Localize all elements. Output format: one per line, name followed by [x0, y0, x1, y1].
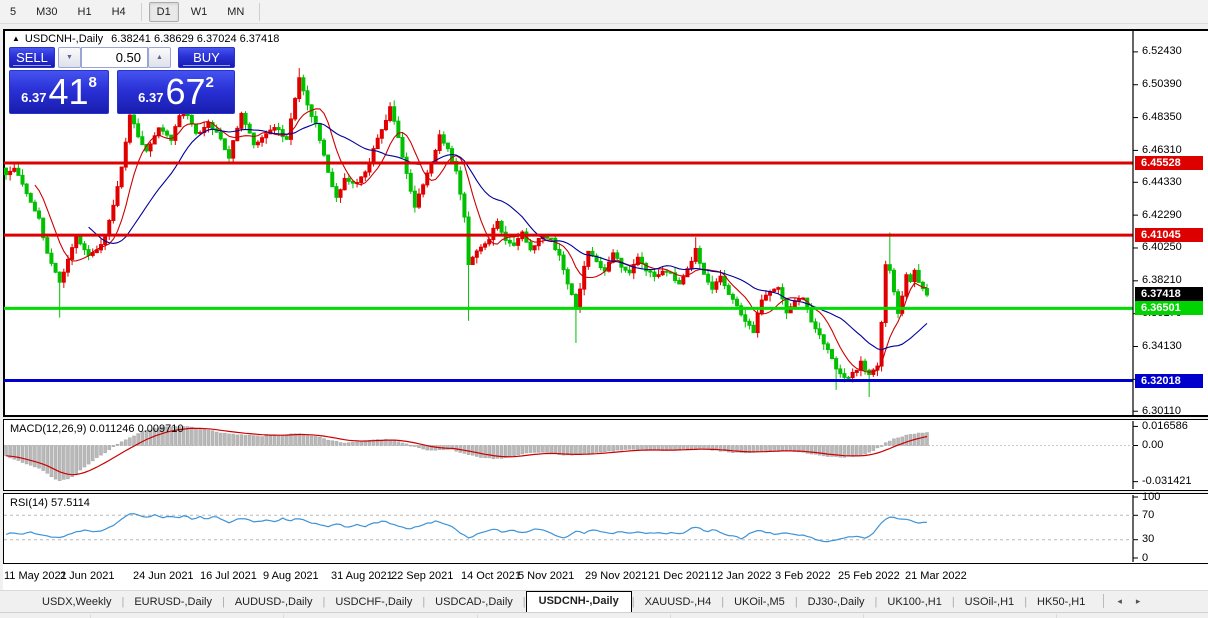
sell-price-pips: 41 — [48, 75, 88, 109]
macd-panel — [3, 419, 1208, 491]
macd-tick-label: 0.016586 — [1142, 420, 1188, 432]
one-click-trade-panel: SELL ▼ ▲ BUY 6.37 41 8 6.37 67 2 — [9, 47, 235, 115]
rsi-tick-label: 100 — [1142, 491, 1160, 503]
toolbar-timeframe-5[interactable]: 5 — [2, 2, 24, 22]
date-label: 16 Jul 2021 — [200, 570, 257, 582]
date-label: 22 Sep 2021 — [391, 570, 453, 582]
level-price-badge: 6.41045 — [1135, 228, 1203, 242]
date-label: 2 Jun 2021 — [60, 570, 114, 582]
chart-tab-uk100-h1[interactable]: UK100-,H1 — [877, 593, 951, 612]
rsi-tick-label: 0 — [1142, 552, 1148, 564]
status-divider — [863, 614, 864, 618]
tab-scroll-separator — [1103, 594, 1104, 608]
price-tick-label: 6.52430 — [1142, 45, 1182, 57]
chart-tab-eurusd-daily[interactable]: EURUSD-,Daily — [124, 593, 222, 612]
date-label: 14 Oct 2021 — [461, 570, 521, 582]
macd-tick-label: 0.00 — [1142, 439, 1163, 451]
date-label: 25 Feb 2022 — [838, 570, 900, 582]
toolbar-timeframe-d1[interactable]: D1 — [149, 2, 179, 22]
tab-scroll-left-button[interactable]: ◂ — [1110, 596, 1129, 612]
buy-price-base: 6.37 — [138, 87, 163, 109]
macd-tick-label: -0.031421 — [1142, 475, 1192, 487]
chart-tab-xauusd-h4[interactable]: XAUUSD-,H4 — [635, 593, 722, 612]
status-divider — [90, 614, 91, 618]
date-label: 12 Jan 2022 — [711, 570, 772, 582]
status-divider — [477, 614, 478, 618]
date-label: 11 May 2021 — [4, 570, 67, 582]
toolbar-timeframe-w1[interactable]: W1 — [183, 2, 216, 22]
toolbar-timeframe-m30[interactable]: M30 — [28, 2, 65, 22]
rsi-tick-label: 70 — [1142, 509, 1154, 521]
toolbar-separator — [141, 3, 142, 21]
level-price-badge: 6.45528 — [1135, 156, 1203, 170]
buy-price-button[interactable]: 6.37 67 2 — [117, 70, 235, 114]
date-label: 24 Jun 2021 — [133, 570, 194, 582]
buy-price-point: 2 — [206, 77, 214, 89]
chart-symbol-label: USDCNH-,Daily — [25, 33, 103, 45]
buy-button[interactable]: BUY — [178, 47, 235, 68]
price-tick-label: 6.30110 — [1142, 405, 1181, 417]
toolbar-timeframe-mn[interactable]: MN — [219, 2, 252, 22]
price-tick-label: 6.42290 — [1142, 209, 1182, 221]
date-label: 5 Nov 2021 — [518, 570, 574, 582]
volume-decrease-button[interactable]: ▼ — [58, 47, 81, 68]
triangle-up-icon: ▲ — [156, 54, 163, 61]
date-label: 21 Dec 2021 — [648, 570, 710, 582]
chart-ohlc-values: 6.38241 6.38629 6.37024 6.37418 — [111, 33, 279, 45]
price-tick-label: 6.38210 — [1142, 274, 1182, 286]
sell-price-base: 6.37 — [21, 87, 46, 109]
macd-indicator-label: MACD(12,26,9) 0.011246 0.009710 — [10, 423, 183, 435]
toolbar-timeframe-h4[interactable]: H4 — [104, 2, 134, 22]
date-label: 31 Aug 2021 — [331, 570, 393, 582]
sell-price-button[interactable]: 6.37 41 8 — [9, 70, 109, 114]
chart-tab-usdx-weekly[interactable]: USDX,Weekly — [32, 593, 121, 612]
sell-price-point: 8 — [89, 77, 97, 89]
rsi-panel — [3, 493, 1208, 564]
triangle-down-icon: ▼ — [66, 54, 73, 61]
chart-tab-dj30-daily[interactable]: DJ30-,Daily — [798, 593, 875, 612]
status-bar — [0, 612, 1208, 618]
current-price-badge: 6.37418 — [1135, 287, 1203, 301]
chart-tab-usdcnh-daily[interactable]: USDCNH-,Daily — [526, 591, 632, 612]
level-price-badge: 6.32018 — [1135, 374, 1203, 388]
date-label: 29 Nov 2021 — [585, 570, 647, 582]
chart-tab-usdchf-daily[interactable]: USDCHF-,Daily — [325, 593, 422, 612]
date-label: 3 Feb 2022 — [775, 570, 831, 582]
date-label: 21 Mar 2022 — [905, 570, 967, 582]
tab-scroll-right-button[interactable]: ▸ — [1129, 596, 1148, 612]
status-divider — [670, 614, 671, 618]
toolbar-separator — [259, 3, 260, 21]
volume-increase-button[interactable]: ▲ — [148, 47, 171, 68]
rsi-tick-label: 30 — [1142, 533, 1154, 545]
trading-app-window: 5M30H1H4 D1W1MN ▲ USDCNH-,Daily 6.38241 6.3… — [0, 0, 1208, 618]
chart-tab-hk50-h1[interactable]: HK50-,H1 — [1027, 593, 1095, 612]
status-divider — [1056, 614, 1057, 618]
price-tick-label: 6.50390 — [1142, 78, 1182, 90]
date-axis: 11 May 20212 Jun 2021 24 Jun 2021 16 Jul 2… — [3, 564, 1208, 590]
rsi-indicator-label: RSI(14) 57.5114 — [10, 497, 90, 509]
chart-tab-ukoil-m5[interactable]: UKOil-,M5 — [724, 593, 795, 612]
volume-input[interactable] — [81, 47, 148, 68]
toolbar-timeframe-h1[interactable]: H1 — [70, 2, 100, 22]
chart-tab-audusd-daily[interactable]: AUDUSD-,Daily — [225, 593, 323, 612]
date-label: 9 Aug 2021 — [263, 570, 319, 582]
chart-tab-bar: USDX,Weekly|EURUSD-,Daily|AUDUSD-,Daily|… — [0, 590, 1208, 612]
price-tick-label: 6.40250 — [1142, 241, 1182, 253]
price-tick-label: 6.44330 — [1142, 176, 1182, 188]
sell-button[interactable]: SELL — [9, 47, 55, 68]
chart-tab-usoil-h1[interactable]: USOil-,H1 — [955, 593, 1025, 612]
status-divider — [283, 614, 284, 618]
price-tick-label: 6.48350 — [1142, 111, 1182, 123]
chart-title: ▲ USDCNH-,Daily 6.38241 6.38629 6.37024 6.… — [12, 33, 279, 45]
level-price-badge: 6.36501 — [1135, 301, 1203, 315]
timeframe-toolbar: 5M30H1H4 D1W1MN — [0, 0, 1208, 24]
collapse-triangle-icon[interactable]: ▲ — [12, 34, 20, 43]
price-tick-label: 6.34130 — [1142, 340, 1182, 352]
chart-tab-usdcad-daily[interactable]: USDCAD-,Daily — [425, 593, 523, 612]
buy-price-pips: 67 — [165, 75, 205, 109]
price-tick-label: 6.46310 — [1142, 144, 1182, 156]
